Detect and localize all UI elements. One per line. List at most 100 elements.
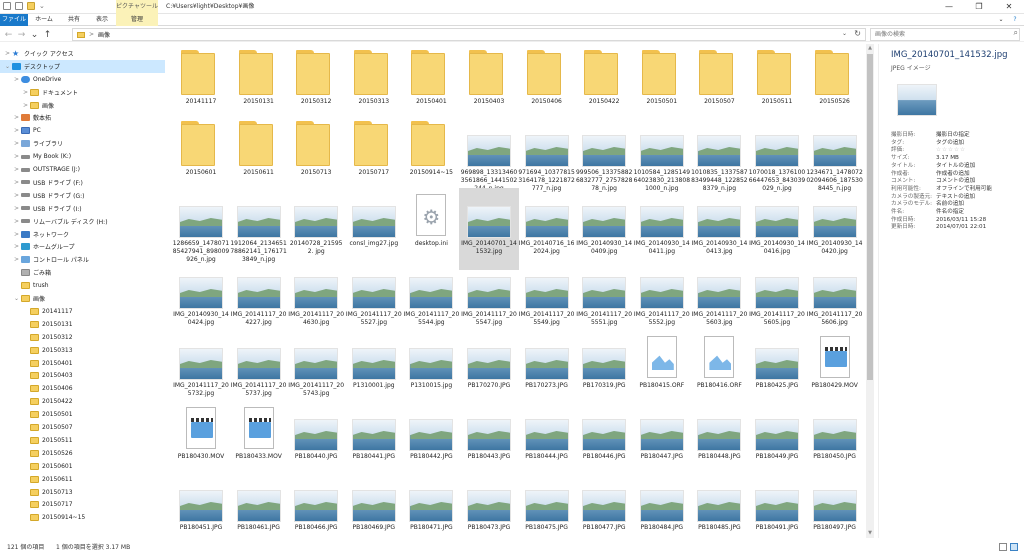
up-arrow-icon[interactable]: ↑ (43, 30, 52, 40)
nav-item[interactable]: > OUTSTRAGE (J:) (0, 163, 165, 176)
file-item[interactable]: PB170270.JPG (459, 330, 519, 412)
file-item[interactable]: 20150717 (344, 117, 404, 199)
search-input[interactable] (870, 28, 1020, 41)
nav-item[interactable]: 20150526 (0, 447, 165, 460)
tab-home[interactable]: ホーム (32, 14, 56, 26)
file-item[interactable]: PB180415.ORF (632, 330, 692, 412)
tab-view[interactable]: 表示 (90, 14, 114, 26)
file-item[interactable]: 20140728_215952. jpg (286, 188, 346, 270)
properties-icon[interactable] (3, 2, 11, 10)
file-item[interactable]: PB180469.JPG (344, 472, 404, 538)
file-item[interactable]: 20150526 (805, 46, 863, 128)
file-item[interactable]: desktop.ini (401, 188, 461, 270)
expand-chevron-icon[interactable]: ⌄ (13, 295, 20, 302)
file-item[interactable]: PB180442.JPG (401, 401, 461, 483)
file-item[interactable]: IMG_20140930_14 0413.jpg (689, 188, 749, 270)
help-icon[interactable]: ? (1010, 14, 1020, 26)
expand-chevron-icon[interactable]: > (13, 231, 20, 238)
expand-chevron-icon[interactable]: > (13, 114, 20, 121)
expand-chevron-icon[interactable]: > (13, 166, 20, 173)
file-item[interactable]: IMG_20141117_20 5732.jpg (171, 330, 231, 412)
property-value[interactable]: 件名の指定 (936, 209, 964, 217)
expand-chevron-icon[interactable]: > (13, 179, 20, 186)
nav-item[interactable]: > USB ドライブ (G:) (0, 189, 165, 202)
file-item[interactable]: PB180473.JPG (459, 472, 519, 538)
property-value[interactable]: オフラインで利用可能 (936, 186, 992, 194)
refresh-icon[interactable]: ↻ (854, 29, 861, 38)
file-item[interactable]: PB180425.JPG (747, 330, 807, 412)
property-value[interactable]: 2016/03/11 15:28 (936, 217, 986, 225)
file-item[interactable]: PB180440.JPG (286, 401, 346, 483)
expand-chevron-icon[interactable]: ⌄ (4, 63, 11, 70)
file-item[interactable]: PB170273.JPG (517, 330, 577, 412)
nav-item[interactable]: trush (0, 279, 165, 292)
file-item[interactable]: 1286659_1478071 85427941_898009 926_n.jp… (171, 188, 231, 270)
file-item[interactable]: PB180444.JPG (517, 401, 577, 483)
file-item[interactable]: 20150313 (344, 46, 404, 128)
file-item[interactable]: IMG_20141117_20 5606.jpg (805, 259, 863, 341)
file-item[interactable]: PB180446.JPG (574, 401, 634, 483)
file-item[interactable]: 1070018_1376100 66447653_843039 029_n.jp… (747, 117, 807, 199)
nav-item[interactable]: 20150313 (0, 344, 165, 357)
file-item[interactable]: PB180447.JPG (632, 401, 692, 483)
file-item[interactable]: PB180430.MOV (171, 401, 231, 483)
expand-chevron-icon[interactable]: > (13, 218, 20, 225)
file-item[interactable]: 20150601 (171, 117, 231, 199)
nav-item[interactable]: 20150507 (0, 421, 165, 434)
search-icon[interactable]: ⌕ (1014, 28, 1018, 38)
file-item[interactable]: IMG_20141117_20 5544.jpg (401, 259, 461, 341)
file-item[interactable]: PB180416.ORF (689, 330, 749, 412)
file-item[interactable]: PB180433.MOV (229, 401, 289, 483)
rating-stars[interactable]: ☆☆☆☆☆ (936, 147, 966, 155)
nav-item[interactable]: > USB ドライブ (I:) (0, 202, 165, 215)
nav-item[interactable]: > コントロール パネル (0, 253, 165, 266)
back-arrow-icon[interactable]: ← (4, 30, 13, 40)
expand-chevron-icon[interactable]: > (13, 243, 20, 250)
scroll-down-icon[interactable]: ▼ (866, 530, 874, 537)
checkmark-icon[interactable] (15, 2, 23, 10)
property-value[interactable]: 3.17 MB (936, 155, 959, 163)
scroll-thumb[interactable] (867, 54, 873, 380)
file-item[interactable]: 971694_10377815 3164178_1221872 777_n.jp… (517, 117, 577, 199)
file-item[interactable]: 20150401 (401, 46, 461, 128)
nav-item[interactable]: 20150131 (0, 318, 165, 331)
file-item[interactable]: 20150611 (229, 117, 289, 199)
file-item[interactable]: IMG_20140930_14 0420.jpg (805, 188, 863, 270)
file-item[interactable]: IMG_20141117_20 5737.jpg (229, 330, 289, 412)
nav-item[interactable]: > My Book (K:) (0, 150, 165, 163)
expand-chevron-icon[interactable]: > (13, 153, 20, 160)
large-icons-view-icon[interactable] (1010, 543, 1018, 551)
file-item[interactable]: PB180471.JPG (401, 472, 461, 538)
nav-item[interactable]: 20150422 (0, 395, 165, 408)
expand-chevron-icon[interactable]: > (13, 192, 20, 199)
file-item[interactable]: IMG_20141117_20 5603.jpg (689, 259, 749, 341)
nav-item[interactable]: 20150601 (0, 460, 165, 473)
expand-ribbon-icon[interactable]: ⌄ (996, 14, 1006, 26)
breadcrumb-chevron-icon[interactable]: > (89, 31, 94, 38)
property-value[interactable]: 撮影日の指定 (936, 132, 970, 140)
file-item[interactable]: IMG_20141117_20 5552.jpg (632, 259, 692, 341)
file-item[interactable]: IMG_20141117_20 5743.jpg (286, 330, 346, 412)
expand-chevron-icon[interactable]: > (22, 102, 29, 109)
file-item[interactable]: 1912064_2134651 78862141_176171 3849_n.j… (229, 188, 289, 270)
file-item[interactable]: IMG_20140930_14 0424.jpg (171, 259, 231, 341)
minimize-button[interactable]: — (934, 0, 964, 14)
file-item[interactable]: 20150713 (286, 117, 346, 199)
file-item[interactable]: 1234671_1478072 02094606_187530 8445_n.j… (805, 117, 863, 199)
file-item[interactable]: PB180448.JPG (689, 401, 749, 483)
file-item[interactable]: 999506_13375882 6832777_2757828 78_n.jpg (574, 117, 634, 199)
nav-item[interactable]: > OneDrive (0, 73, 165, 86)
file-item[interactable]: IMG_20140716_16 2024.jpg (517, 188, 577, 270)
tab-share[interactable]: 共有 (62, 14, 86, 26)
file-item[interactable]: PB180441.JPG (344, 401, 404, 483)
file-item[interactable]: PB180484.JPG (632, 472, 692, 538)
file-item[interactable]: IMG_20141117_20 4227.jpg (229, 259, 289, 341)
file-item[interactable]: PB180451.JPG (171, 472, 231, 538)
customize-toolbar-icon[interactable]: ⌄ (39, 2, 45, 10)
address-bar[interactable]: > 画像 ⌄ ↻ (72, 28, 866, 41)
nav-item[interactable]: 20150914~15 (0, 511, 165, 524)
nav-item[interactable]: 20150611 (0, 473, 165, 486)
file-item[interactable]: P1310001.jpg (344, 330, 404, 412)
file-item[interactable]: IMG_20140930_14 0409.jpg (574, 188, 634, 270)
recent-locations-icon[interactable]: ⌄ (30, 30, 39, 40)
